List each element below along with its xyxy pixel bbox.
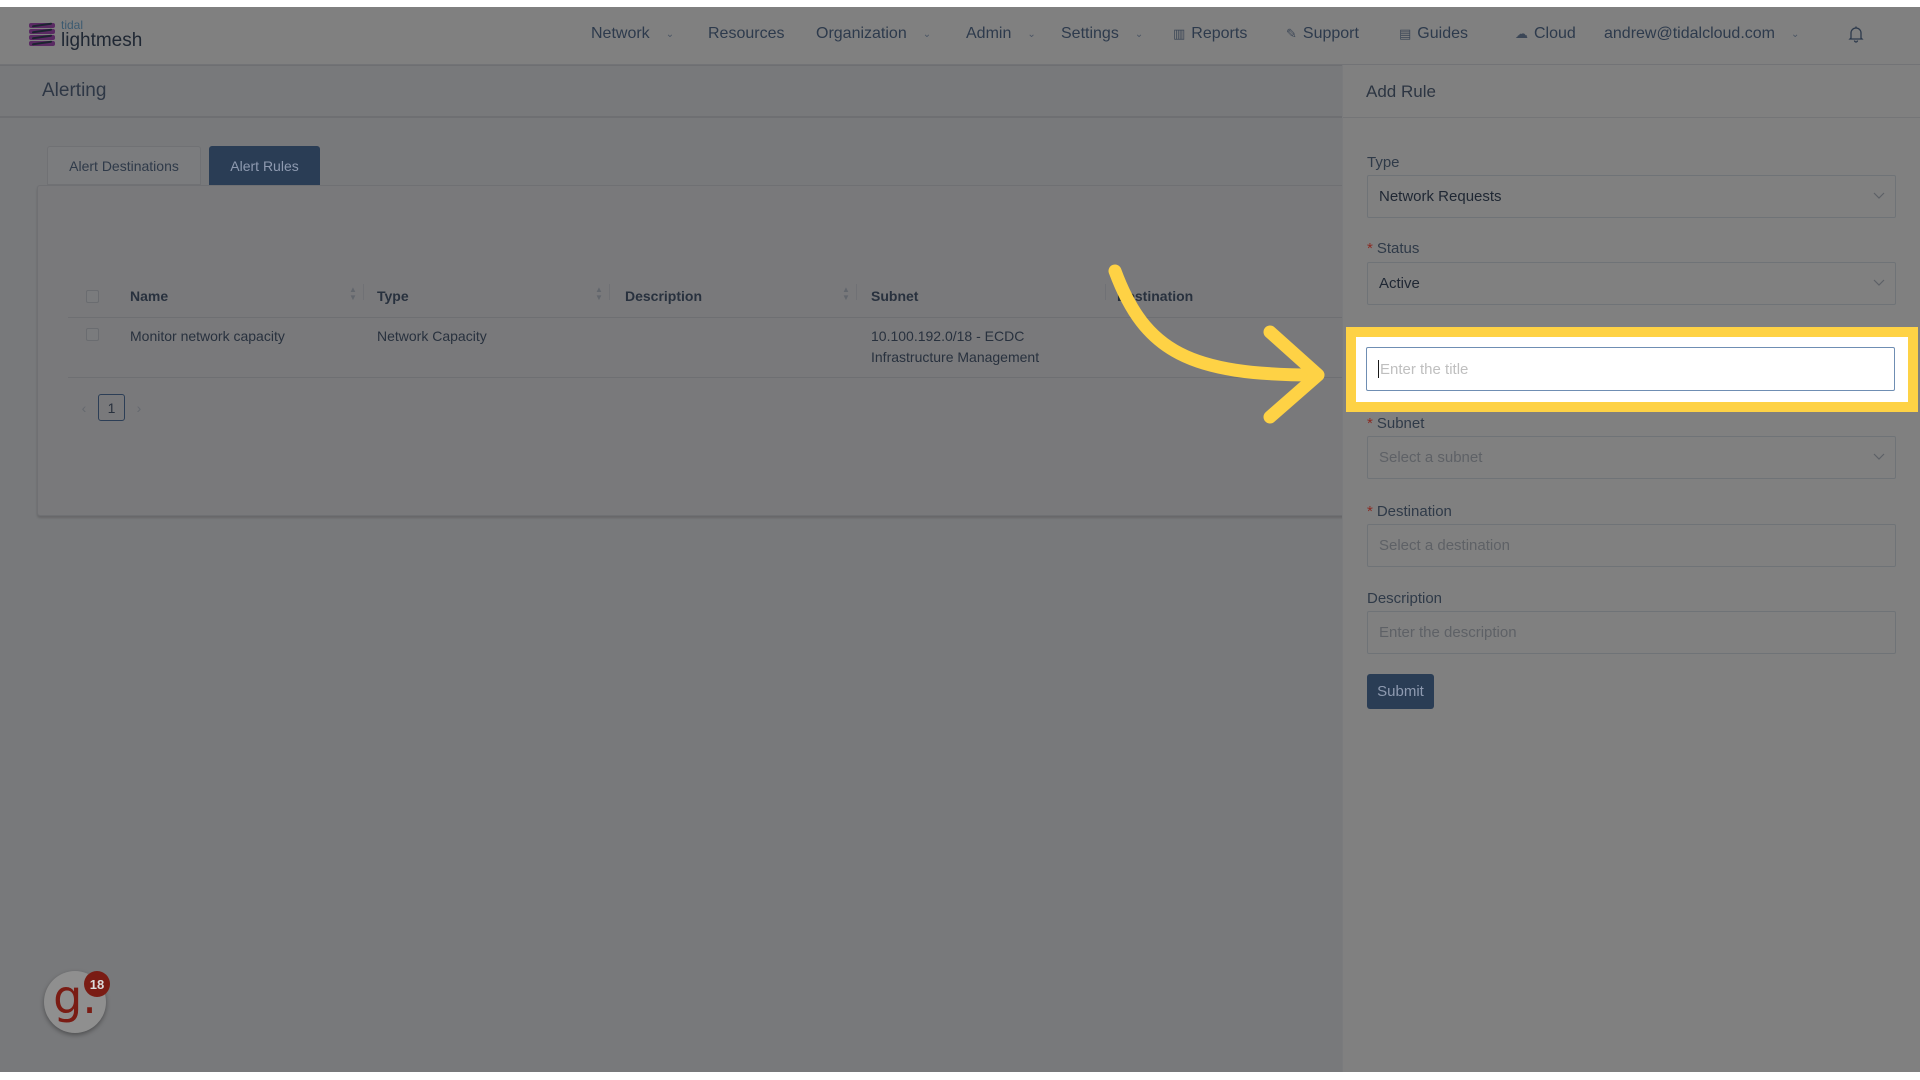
type-select[interactable]: Network Requests [1367,175,1896,218]
subnet-label: * Subnet [1367,415,1425,432]
title-placeholder: Enter the title [1380,360,1469,378]
wrench-icon: ✎ [1286,26,1297,41]
chevron-down-icon [1873,192,1885,199]
nav-organization-label: Organization [816,25,907,42]
nav-admin-label: Admin [966,25,1012,42]
app-frame: tidal lightmesh Network ⌄ Resources Orga… [0,7,1920,1072]
destination-label: * Destination [1367,503,1452,520]
logo-brand-name: lightmesh [61,30,143,51]
nav-network[interactable]: Network ⌄ [591,25,674,43]
cloud-icon: ☁ [1515,26,1528,41]
nav-support[interactable]: ✎ Support [1286,25,1359,43]
nav-settings-label: Settings [1061,25,1119,42]
page-header: Alerting [0,65,1342,118]
chevron-down-icon [1873,279,1885,286]
page-title: Alerting [42,80,107,101]
bell-icon[interactable] [1848,25,1864,43]
add-rule-panel: Add Rule Type Network Requests * Status A… [1342,65,1920,1072]
nav-support-label: Support [1302,25,1359,42]
column-header-subnet[interactable]: Subnet [871,288,918,304]
chevron-down-icon: ⌄ [665,28,675,40]
cell-type: Network Capacity [377,328,487,344]
user-email: andrew@tidalcloud.com [1604,25,1775,42]
row-checkbox[interactable] [86,328,99,341]
subnet-select[interactable]: Select a subnet [1367,436,1896,479]
column-divider [609,284,610,300]
book-icon: ▤ [1399,26,1412,41]
column-divider [856,284,857,300]
description-placeholder: Enter the description [1379,624,1517,641]
logo[interactable]: tidal lightmesh [29,19,142,50]
column-divider [363,284,364,300]
type-label: Type [1367,154,1400,171]
cell-name: Monitor network capacity [130,328,285,344]
cell-subnet-line1: 10.100.192.0/18 - ECDC [871,328,1025,344]
panel-title: Add Rule [1366,82,1436,101]
title-input[interactable]: Enter the title [1366,347,1895,391]
sort-icon[interactable]: ▲ ▼ [841,286,851,302]
nav-settings[interactable]: Settings ⌄ [1061,25,1143,43]
column-header-description[interactable]: Description [625,288,702,304]
page-button-current[interactable]: 1 [98,394,125,421]
nav-guides[interactable]: ▤ Guides [1399,25,1468,43]
lightmesh-logo-icon [29,22,55,48]
status-label: * Status [1367,240,1420,257]
submit-button[interactable]: Submit [1367,674,1434,709]
chevron-down-icon: ⌄ [1791,28,1800,40]
type-select-value: Network Requests [1379,188,1502,205]
chevron-left-icon[interactable]: ‹ [78,400,90,416]
nav-reports[interactable]: ▥ Reports [1173,25,1247,43]
chevron-down-icon: ⌄ [922,28,932,40]
bar-chart-icon: ▥ [1173,26,1186,41]
description-label: Description [1367,590,1443,607]
column-header-name[interactable]: Name [130,288,168,304]
nav-organization[interactable]: Organization ⌄ [816,25,931,43]
tab-alert-rules[interactable]: Alert Rules [209,146,320,185]
chevron-down-icon: ⌄ [1134,28,1144,40]
status-select-value: Active [1379,275,1420,292]
notification-badge: 18 [84,971,110,997]
nav-network-label: Network [591,25,650,42]
chevron-down-icon: ⌄ [1027,28,1036,40]
nav-guides-label: Guides [1417,25,1468,42]
text-caret [1378,360,1379,378]
select-all-checkbox[interactable] [86,290,99,303]
nav-resources-label: Resources [708,25,785,42]
nav-cloud[interactable]: ☁ Cloud [1515,25,1576,43]
chevron-right-icon[interactable]: › [133,400,145,416]
top-navigation: tidal lightmesh Network ⌄ Resources Orga… [0,7,1920,65]
column-header-type[interactable]: Type [377,288,409,304]
user-menu[interactable]: andrew@tidalcloud.com ⌄ [1604,25,1799,43]
pagination: ‹ 1 › [78,394,145,421]
status-select[interactable]: Active [1367,262,1896,305]
destination-placeholder: Select a destination [1379,537,1510,554]
tab-alert-destinations[interactable]: Alert Destinations [47,146,201,185]
sort-icon[interactable]: ▲ ▼ [594,286,604,302]
nav-reports-label: Reports [1191,25,1248,42]
panel-header: Add Rule [1343,65,1920,118]
sort-icon[interactable]: ▲ ▼ [348,286,358,302]
destination-select[interactable]: Select a destination [1367,524,1896,567]
nav-resources[interactable]: Resources [708,25,784,43]
curved-arrow-icon [1108,264,1325,424]
subnet-select-placeholder: Select a subnet [1379,449,1483,466]
nav-admin[interactable]: Admin ⌄ [966,25,1036,43]
chevron-down-icon [1873,453,1885,460]
description-input[interactable]: Enter the description [1367,611,1896,654]
nav-cloud-label: Cloud [1534,25,1576,42]
cell-subnet-line2: Infrastructure Management [871,349,1040,365]
